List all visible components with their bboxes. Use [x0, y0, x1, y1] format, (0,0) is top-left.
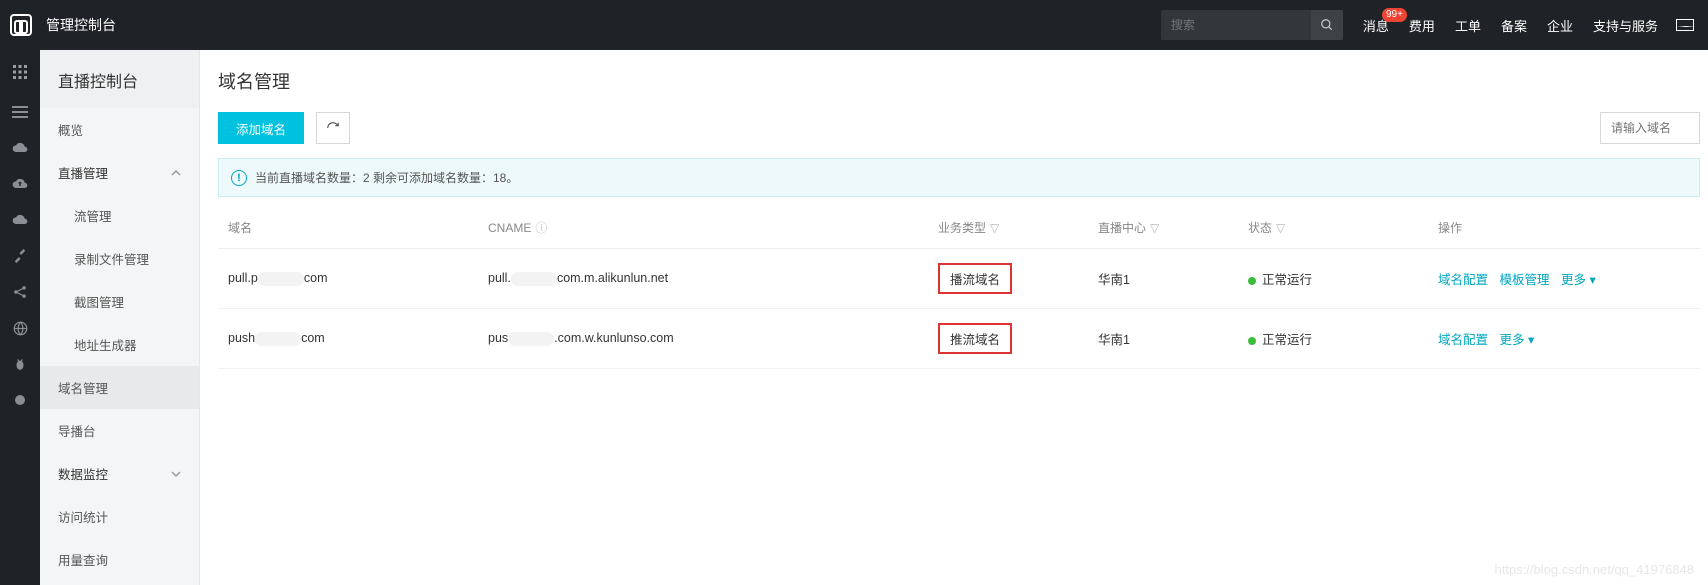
- sidebar: 直播控制台 概览 直播管理 流管理 录制文件管理 截图管理 地址生成器 域名管理…: [40, 50, 200, 585]
- cell-center: 华南1: [1088, 309, 1238, 369]
- domain-table: 域名 CNAMEⓘ 业务类型▽ 直播中心▽ 状态▽ 操作 pull.pcom p…: [218, 207, 1700, 369]
- cell-actions: 域名配置 模板管理 更多 ▾: [1428, 249, 1700, 309]
- help-icon[interactable]: ⓘ: [535, 221, 547, 235]
- topbar: 管理控制台 消息99+ 费用 工单 备案 企业 支持与服务: [0, 0, 1708, 50]
- sidebar-item-access[interactable]: 访问统计: [40, 495, 199, 538]
- action-template[interactable]: 模板管理: [1500, 273, 1550, 287]
- main-content: 域名管理 添加域名 ! 当前直播域名数量：2 剩余可添加域名数量：18。 域名 …: [200, 50, 1708, 585]
- sidebar-title: 直播控制台: [40, 50, 199, 108]
- biztype-tag: 播流域名: [938, 263, 1012, 294]
- toolbar: 添加域名: [218, 112, 1700, 144]
- cell-cname: pull.com.m.alikunlun.net: [478, 249, 928, 309]
- rail-dot-icon[interactable]: [0, 382, 40, 418]
- col-center[interactable]: 直播中心▽: [1088, 207, 1238, 249]
- action-more[interactable]: 更多 ▾: [1500, 333, 1535, 347]
- status-dot-icon: [1248, 337, 1256, 345]
- refresh-button[interactable]: [316, 112, 350, 144]
- sidebar-item-usage[interactable]: 用量查询: [40, 538, 199, 581]
- filter-icon: ▽: [1276, 221, 1285, 235]
- cell-domain: pull.pcom: [218, 249, 478, 309]
- search-input[interactable]: [1161, 10, 1311, 40]
- col-cname: CNAMEⓘ: [478, 207, 928, 249]
- sidebar-item-record[interactable]: 录制文件管理: [40, 237, 199, 280]
- top-links: 消息99+ 费用 工单 备案 企业 支持与服务: [1343, 16, 1694, 35]
- sidebar-item-stream[interactable]: 流管理: [40, 194, 199, 237]
- rail-bug-icon[interactable]: [0, 346, 40, 382]
- info-banner: ! 当前直播域名数量：2 剩余可添加域名数量：18。: [218, 158, 1700, 197]
- col-domain: 域名: [218, 207, 478, 249]
- sidebar-item-urlgen[interactable]: 地址生成器: [40, 323, 199, 366]
- cell-cname: pus.com.w.kunlunso.com: [478, 309, 928, 369]
- table-row: pushcom pus.com.w.kunlunso.com 推流域名 华南1 …: [218, 309, 1700, 369]
- col-status[interactable]: 状态▽: [1238, 207, 1428, 249]
- cell-domain: pushcom: [218, 309, 478, 369]
- caret-down-icon: ▾: [1528, 333, 1534, 347]
- domain-filter-input[interactable]: [1600, 112, 1700, 144]
- rail-tools-icon[interactable]: [0, 238, 40, 274]
- cell-center: 华南1: [1088, 249, 1238, 309]
- watermark: https://blog.csdn.net/qq_41976848: [1495, 562, 1695, 577]
- console-title: 管理控制台: [46, 15, 116, 35]
- rail-sync-icon[interactable]: [0, 202, 40, 238]
- action-domain-config[interactable]: 域名配置: [1438, 333, 1488, 347]
- icon-rail: [0, 50, 40, 585]
- banner-text: 当前直播域名数量：2 剩余可添加域名数量：18。: [255, 169, 518, 186]
- add-domain-button[interactable]: 添加域名: [218, 112, 304, 144]
- sidebar-item-domain[interactable]: 域名管理: [40, 366, 199, 409]
- cell-status: 正常运行: [1238, 309, 1428, 369]
- nav-orders[interactable]: 工单: [1455, 16, 1481, 35]
- mail-icon[interactable]: [1676, 19, 1694, 31]
- cell-actions: 域名配置 更多 ▾: [1428, 309, 1700, 369]
- cell-biztype: 播流域名: [928, 249, 1088, 309]
- masked-text: [255, 332, 301, 346]
- messages-badge: 99+: [1382, 8, 1407, 22]
- chevron-down-icon: [171, 469, 181, 479]
- status-dot-icon: [1248, 277, 1256, 285]
- action-more[interactable]: 更多 ▾: [1561, 273, 1596, 287]
- table-row: pull.pcom pull.com.m.alikunlun.net 播流域名 …: [218, 249, 1700, 309]
- sidebar-group-live[interactable]: 直播管理: [40, 151, 199, 194]
- rail-cloud-icon[interactable]: [0, 130, 40, 166]
- cell-biztype: 推流域名: [928, 309, 1088, 369]
- filter-icon: ▽: [1150, 221, 1159, 235]
- col-actions: 操作: [1428, 207, 1700, 249]
- rail-upload-icon[interactable]: [0, 166, 40, 202]
- filter-icon: ▽: [990, 221, 999, 235]
- global-search: [1161, 10, 1343, 40]
- rail-list-icon[interactable]: [0, 94, 40, 130]
- nav-messages[interactable]: 消息99+: [1363, 16, 1389, 35]
- sidebar-item-logs[interactable]: 日志管理: [40, 581, 199, 585]
- sidebar-item-director[interactable]: 导播台: [40, 409, 199, 452]
- masked-text: [511, 272, 557, 286]
- masked-text: [258, 272, 304, 286]
- nav-enterprise[interactable]: 企业: [1547, 16, 1573, 35]
- chevron-up-icon: [171, 168, 181, 178]
- biztype-tag: 推流域名: [938, 323, 1012, 354]
- col-biztype[interactable]: 业务类型▽: [928, 207, 1088, 249]
- sidebar-group-monitor[interactable]: 数据监控: [40, 452, 199, 495]
- brand-logo: [10, 14, 32, 36]
- search-button[interactable]: [1311, 10, 1343, 40]
- rail-globe-icon[interactable]: [0, 310, 40, 346]
- cell-status: 正常运行: [1238, 249, 1428, 309]
- sidebar-item-snapshot[interactable]: 截图管理: [40, 280, 199, 323]
- rail-share-icon[interactable]: [0, 274, 40, 310]
- page-title: 域名管理: [218, 68, 1700, 94]
- action-domain-config[interactable]: 域名配置: [1438, 273, 1488, 287]
- nav-fees[interactable]: 费用: [1409, 16, 1435, 35]
- info-icon: !: [231, 170, 247, 186]
- rail-apps-icon[interactable]: [0, 50, 40, 94]
- caret-down-icon: ▾: [1590, 273, 1596, 287]
- nav-support[interactable]: 支持与服务: [1593, 16, 1658, 35]
- masked-text: [508, 332, 554, 346]
- nav-icp[interactable]: 备案: [1501, 16, 1527, 35]
- sidebar-item-overview[interactable]: 概览: [40, 108, 199, 151]
